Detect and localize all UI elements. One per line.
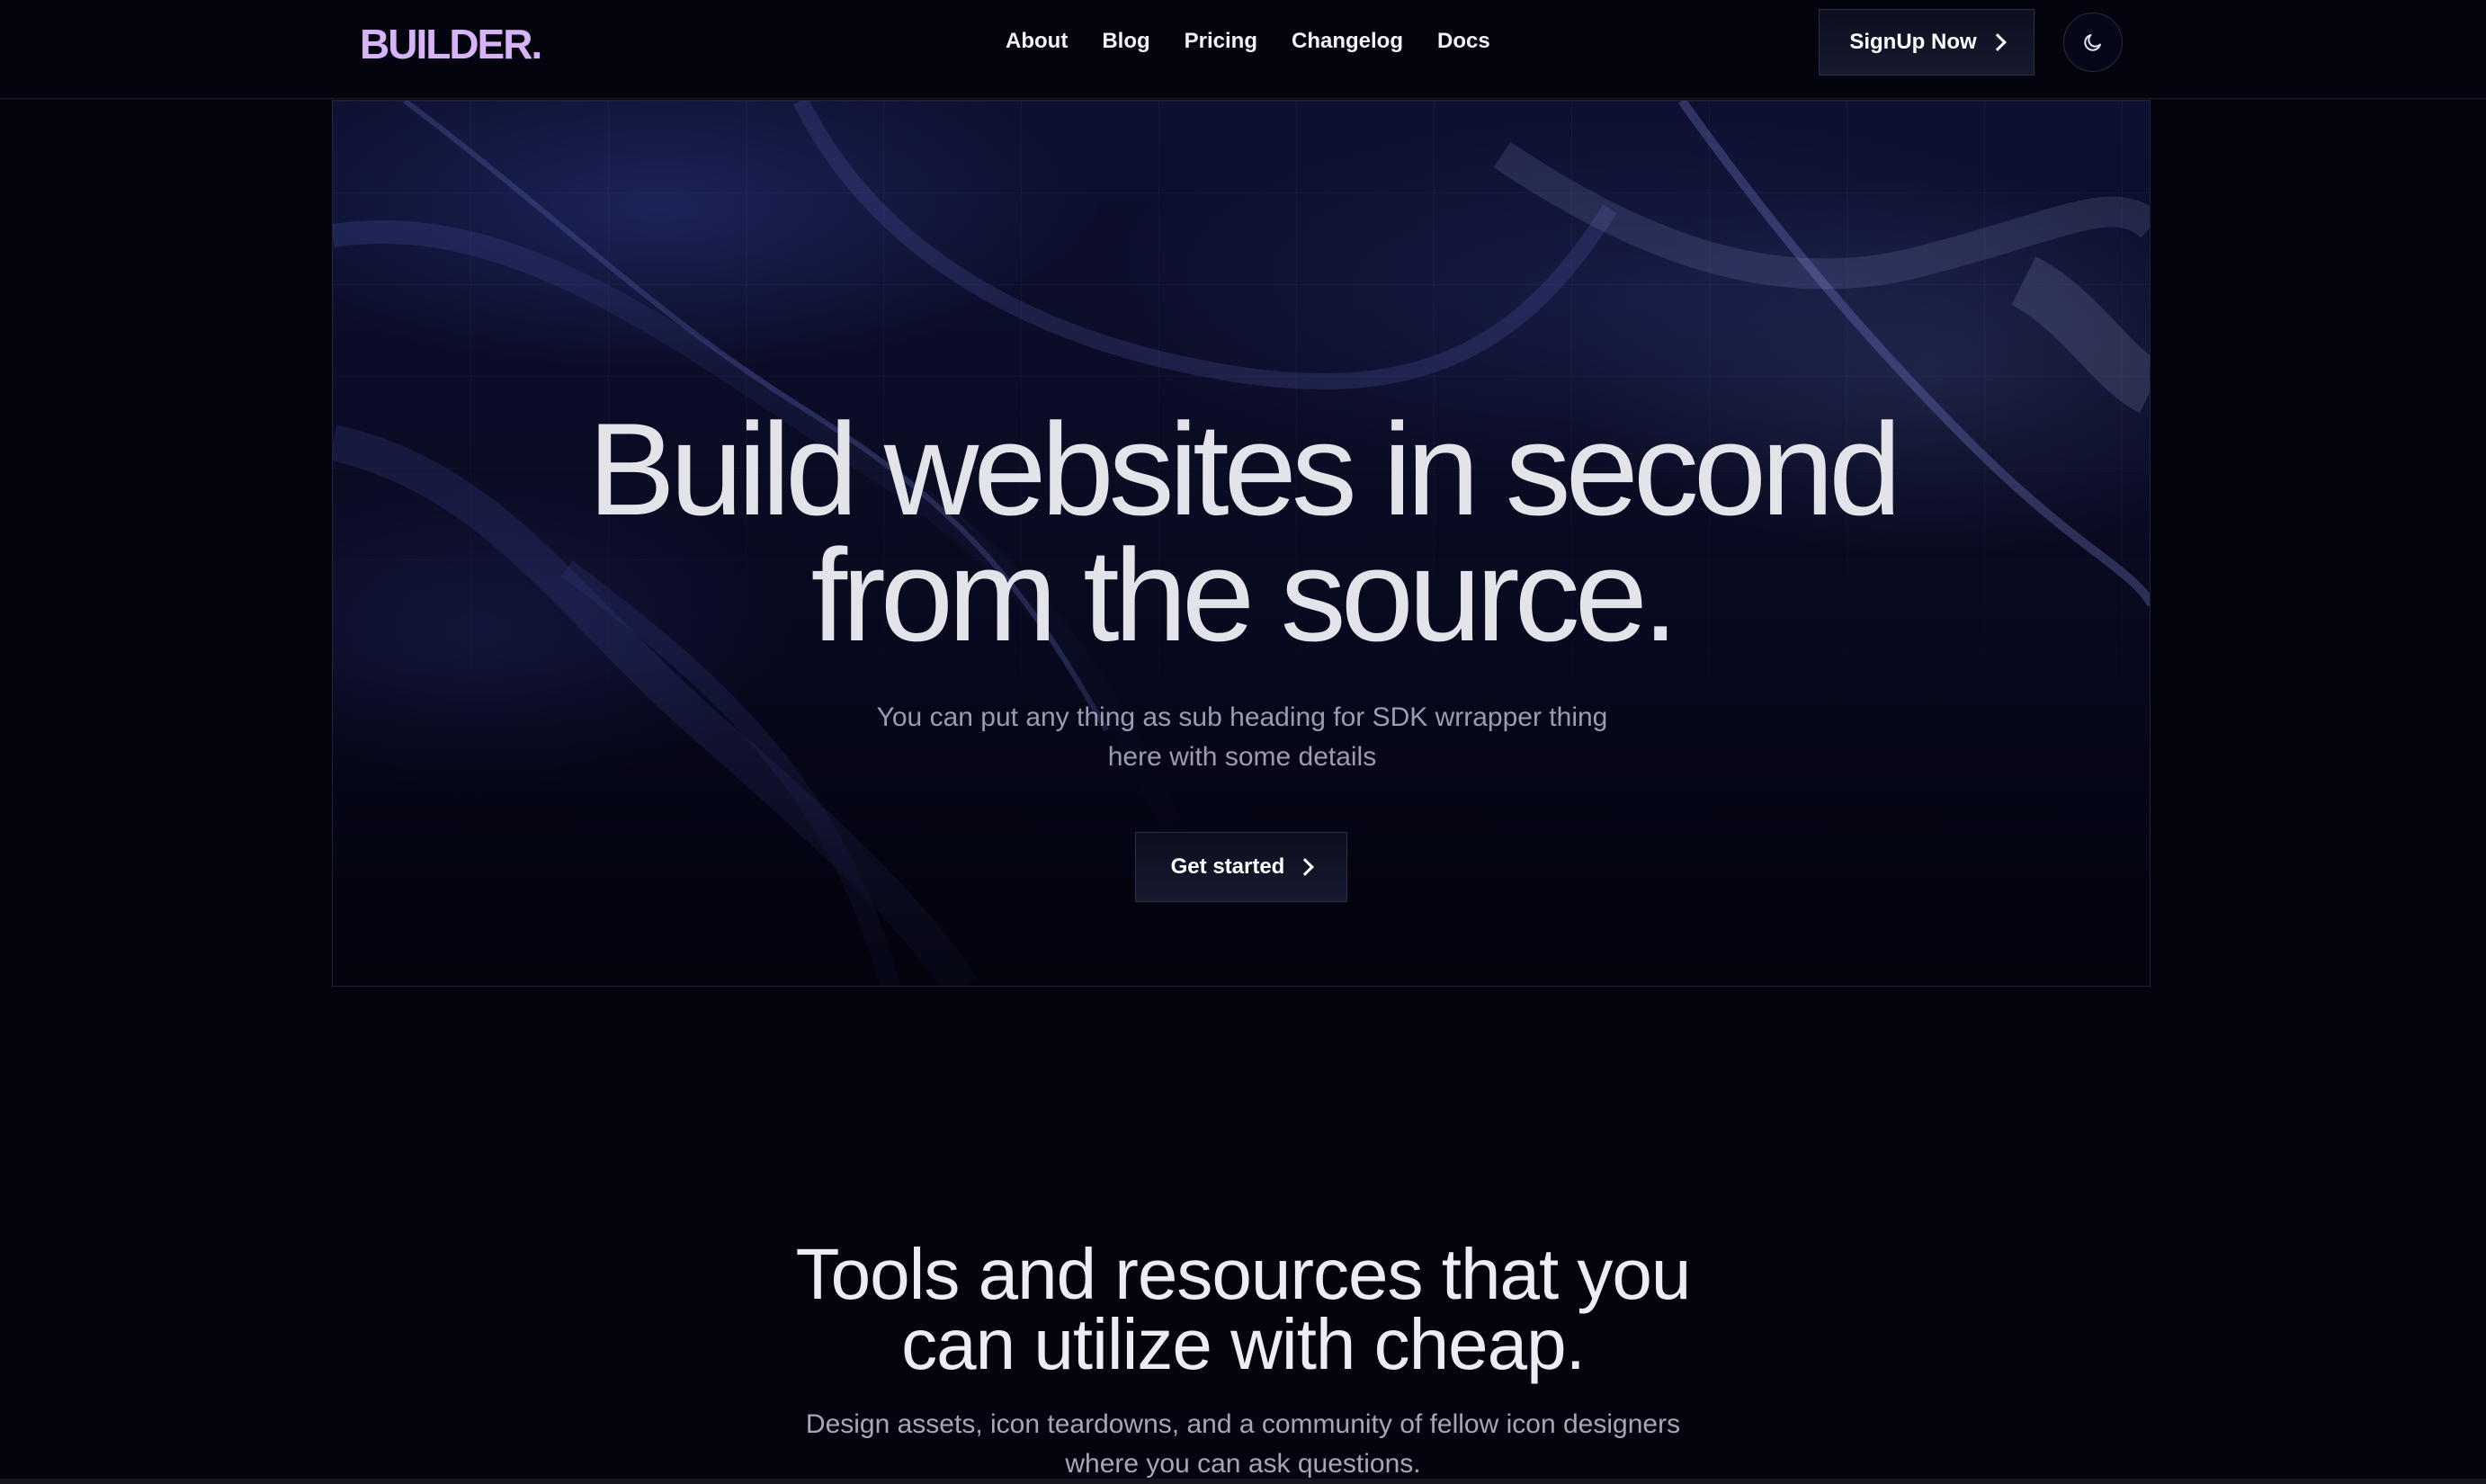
brand-logo[interactable]: BUILDER. bbox=[360, 20, 542, 68]
tools-title-line-2: can utilize with cheap. bbox=[901, 1304, 1586, 1384]
tools-subtitle-line-1: Design assets, icon teardowns, and a com… bbox=[805, 1409, 1681, 1439]
nav-link-blog[interactable]: Blog bbox=[1102, 29, 1149, 54]
moon-icon bbox=[2084, 34, 2101, 51]
bottom-scroll-edge bbox=[0, 1479, 2486, 1484]
tools-subtitle-line-2: where you can ask questions. bbox=[1065, 1449, 1421, 1479]
get-started-button[interactable]: Get started bbox=[1135, 832, 1347, 902]
top-navbar: BUILDER. About Blog Pricing Changelog Do… bbox=[0, 0, 2486, 99]
hero-subtitle: You can put any thing as sub heading for… bbox=[863, 698, 1621, 777]
hero-title: Build websites in second from the source… bbox=[333, 404, 2150, 661]
tools-title-line-1: Tools and resources that you bbox=[795, 1234, 1692, 1314]
hero-title-line-2: from the source. bbox=[810, 522, 1679, 668]
tools-section-subtitle: Design assets, icon teardowns, and a com… bbox=[793, 1405, 1693, 1484]
signup-button[interactable]: SignUp Now bbox=[1819, 9, 2034, 76]
chevron-right-icon bbox=[1988, 33, 2007, 51]
main-nav: About Blog Pricing Changelog Docs bbox=[1006, 29, 1490, 54]
nav-link-changelog[interactable]: Changelog bbox=[1292, 29, 1403, 54]
hero-subtitle-line-2: here with some details bbox=[1107, 742, 1377, 772]
hero-title-line-1: Build websites in second bbox=[587, 396, 1902, 542]
get-started-label: Get started bbox=[1170, 854, 1285, 879]
signup-button-label: SignUp Now bbox=[1849, 30, 1977, 54]
nav-link-docs[interactable]: Docs bbox=[1437, 29, 1490, 54]
chevron-right-icon bbox=[1296, 858, 1315, 876]
tools-section-title: Tools and resources that you can utilize… bbox=[0, 1238, 2486, 1381]
hero-subtitle-line-1: You can put any thing as sub heading for… bbox=[876, 702, 1608, 732]
hero-section: Build websites in second from the source… bbox=[332, 100, 2151, 987]
nav-link-about[interactable]: About bbox=[1006, 29, 1068, 54]
nav-link-pricing[interactable]: Pricing bbox=[1185, 29, 1257, 54]
theme-toggle-button[interactable] bbox=[2063, 13, 2123, 72]
